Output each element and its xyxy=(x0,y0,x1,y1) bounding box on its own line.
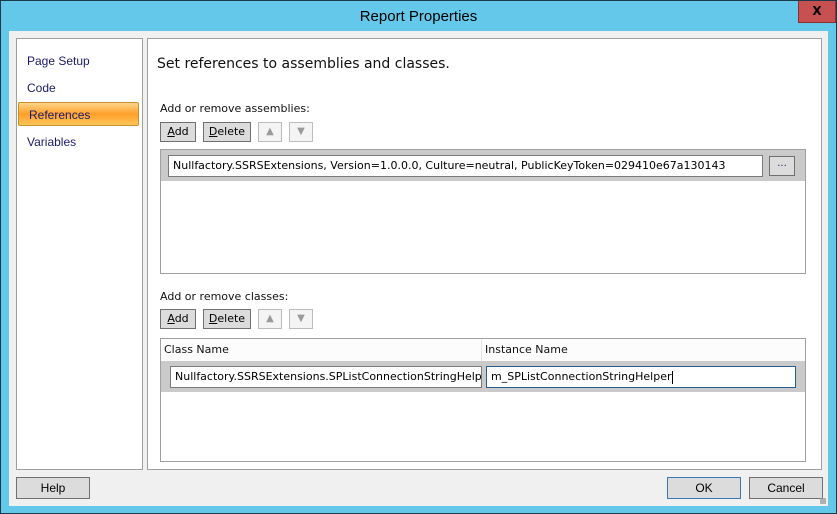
text-caret xyxy=(671,370,673,384)
window-title: Report Properties xyxy=(359,8,478,25)
assembly-row[interactable]: Nullfactory.SSRSExtensions, Version=1.0.… xyxy=(161,150,805,181)
assemblies-label: Add or remove assemblies: xyxy=(160,102,310,115)
delete-assembly-button[interactable]: Delete xyxy=(203,122,251,142)
delete-assembly-label: elete xyxy=(217,125,246,138)
title-bar[interactable]: Report Properties X xyxy=(1,1,836,31)
delete-class-button[interactable]: Delete xyxy=(203,309,251,329)
nav-item-code[interactable]: Code xyxy=(17,76,140,100)
class-name-field[interactable]: Nullfactory.SSRSExtensions.SPListConnect… xyxy=(170,366,482,388)
class-row[interactable]: Nullfactory.SSRSExtensions.SPListConnect… xyxy=(161,361,805,392)
instance-name-value: m_SPListConnectionStringHelper xyxy=(491,370,672,383)
column-header-class-name[interactable]: Class Name xyxy=(161,339,481,361)
classes-label: Add or remove classes: xyxy=(160,290,289,303)
classes-grid: Class Name Instance Name Nullfactory.SSR… xyxy=(160,338,806,462)
column-header-instance-name[interactable]: Instance Name xyxy=(482,339,805,361)
add-assembly-label: dd xyxy=(174,125,189,138)
add-assembly-accel: A xyxy=(167,125,175,138)
dialog-client: Page Setup Code References Variables Set… xyxy=(9,31,828,506)
add-assembly-button[interactable]: Add xyxy=(160,122,196,142)
delete-class-label: elete xyxy=(217,312,246,325)
move-assembly-down-button[interactable]: ▼ xyxy=(289,122,313,142)
close-icon: X xyxy=(812,4,822,18)
nav-pane: Page Setup Code References Variables xyxy=(16,38,143,470)
page-heading: Set references to assemblies and classes… xyxy=(157,56,450,72)
move-class-down-button[interactable]: ▼ xyxy=(289,309,313,329)
dialog-window: Report Properties X Page Setup Code Refe… xyxy=(0,0,837,514)
arrow-down-icon: ▼ xyxy=(297,126,305,137)
nav-item-references[interactable]: References xyxy=(18,102,139,126)
nav-item-page-setup[interactable]: Page Setup xyxy=(17,49,140,73)
ellipsis-icon: ... xyxy=(777,158,787,169)
references-panel: Set references to assemblies and classes… xyxy=(147,38,822,470)
assemblies-list: Nullfactory.SSRSExtensions, Version=1.0.… xyxy=(160,149,806,274)
close-button[interactable]: X xyxy=(798,1,836,23)
add-class-button[interactable]: Add xyxy=(160,309,196,329)
arrow-up-icon: ▲ xyxy=(266,313,274,324)
add-class-accel: A xyxy=(167,312,175,325)
ok-button[interactable]: OK xyxy=(667,477,741,499)
browse-assembly-button[interactable]: ... xyxy=(769,156,795,176)
arrow-up-icon: ▲ xyxy=(266,126,274,137)
help-button[interactable]: Help xyxy=(16,477,90,499)
resize-grip-icon[interactable] xyxy=(820,498,826,504)
move-class-up-button[interactable]: ▲ xyxy=(258,309,282,329)
add-class-label: dd xyxy=(174,312,189,325)
move-assembly-up-button[interactable]: ▲ xyxy=(258,122,282,142)
cancel-button[interactable]: Cancel xyxy=(749,477,823,499)
nav-item-variables[interactable]: Variables xyxy=(17,130,140,154)
assembly-name-field[interactable]: Nullfactory.SSRSExtensions, Version=1.0.… xyxy=(168,155,763,177)
instance-name-field[interactable]: m_SPListConnectionStringHelper xyxy=(486,366,796,388)
arrow-down-icon: ▼ xyxy=(297,313,305,324)
